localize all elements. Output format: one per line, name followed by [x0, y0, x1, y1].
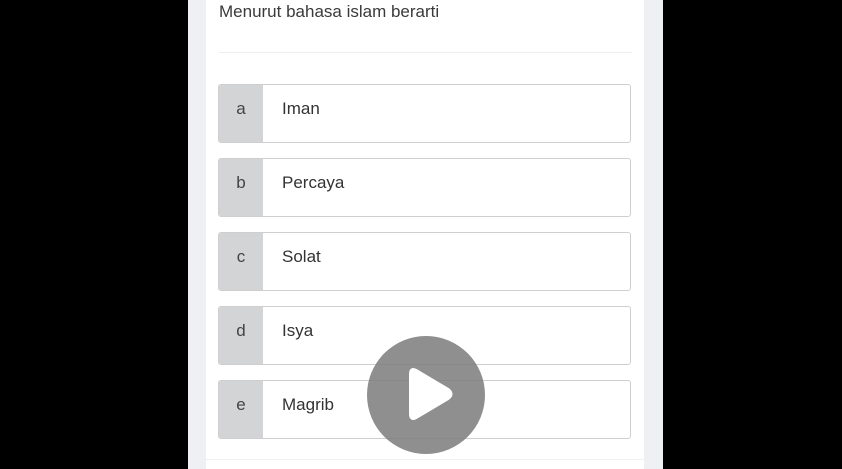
- option-label: Percaya: [282, 173, 345, 192]
- play-icon: [409, 368, 453, 420]
- option-label: Isya: [282, 321, 314, 340]
- option-letter: b: [219, 159, 263, 216]
- answer-option-b[interactable]: b Percaya: [218, 158, 631, 217]
- play-button[interactable]: [367, 336, 485, 454]
- answer-option-c[interactable]: c Solat: [218, 232, 631, 291]
- question-text: Menurut bahasa islam berarti: [219, 2, 440, 21]
- option-label: Solat: [282, 247, 321, 266]
- option-label: Iman: [282, 99, 320, 118]
- card-bottom-divider: [206, 459, 644, 460]
- question-divider: [219, 52, 632, 53]
- option-letter: c: [219, 233, 263, 290]
- option-letter: e: [219, 381, 263, 438]
- option-letter: d: [219, 307, 263, 364]
- option-letter: a: [219, 85, 263, 142]
- answer-option-a[interactable]: a Iman: [218, 84, 631, 143]
- option-label: Magrib: [282, 395, 334, 414]
- video-frame: Menurut bahasa islam berarti a Iman b Pe…: [0, 0, 842, 469]
